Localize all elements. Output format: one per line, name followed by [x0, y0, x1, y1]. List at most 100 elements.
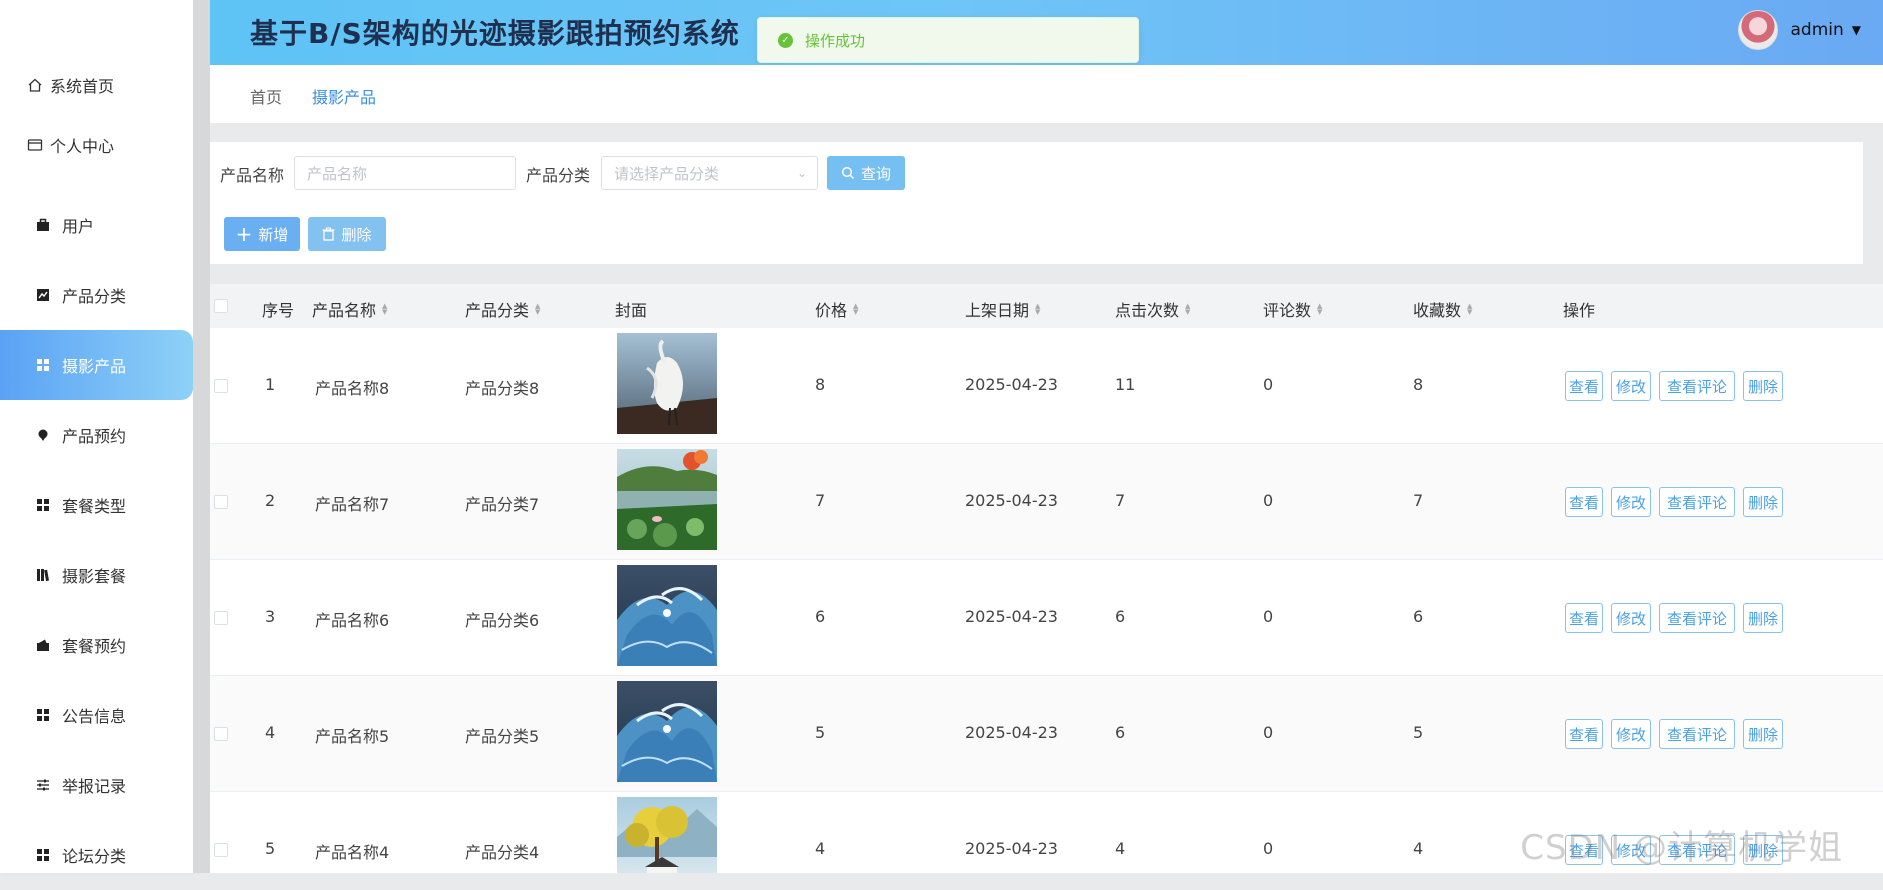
- cover-image[interactable]: [617, 797, 717, 873]
- cover-image[interactable]: [617, 449, 717, 550]
- cell-index: 3: [265, 607, 276, 626]
- view-comments-button[interactable]: 查看评论: [1659, 487, 1735, 517]
- cell-comments: 0: [1263, 839, 1274, 858]
- breadcrumb-home[interactable]: 首页: [250, 84, 282, 108]
- sidebar-item-users[interactable]: 用户: [0, 190, 193, 260]
- sidebar-item-label: 套餐预约: [62, 637, 127, 656]
- sidebar-item-reports[interactable]: 举报记录: [0, 750, 193, 820]
- cell-price: 7: [815, 491, 826, 510]
- watermark: CSDN @计算机学姐: [1520, 828, 1843, 868]
- column-cover: 封面: [615, 301, 648, 320]
- cell-category: 产品分类8: [465, 379, 540, 398]
- cell-clicks: 6: [1115, 723, 1126, 742]
- user-name[interactable]: admin: [1790, 20, 1843, 40]
- cover-image[interactable]: [617, 565, 717, 666]
- cell-comments: 0: [1263, 491, 1274, 510]
- sidebar-item-announcements[interactable]: 公告信息: [0, 680, 193, 750]
- table-row: 1 产品名称8 产品分类8 8 2025-04-23 11 0 8 查看 修改 查看评论 删除: [210, 328, 1883, 444]
- batch-delete-button[interactable]: 删除: [308, 217, 386, 251]
- edit-button[interactable]: 修改: [1611, 487, 1651, 517]
- app-title: 基于B/S架构的光迹摄影跟拍预约系统: [250, 17, 740, 50]
- sidebar-item-product-category[interactable]: 产品分类: [0, 260, 193, 330]
- cell-clicks: 11: [1115, 375, 1136, 394]
- sidebar: 系统首页 个人中心 用户 产品分类 摄影产品 产品预约 套餐类型 摄影套餐 套餐…: [0, 0, 193, 873]
- table-row: 3 产品名称6 产品分类6 6 2025-04-23 6 0 6 查看 修改 查看评论 删除: [210, 560, 1883, 676]
- delete-button[interactable]: 删除: [1743, 371, 1783, 401]
- cell-comments: 0: [1263, 723, 1274, 742]
- sidebar-item-product-booking[interactable]: 产品预约: [0, 400, 193, 470]
- sidebar-item-package-booking[interactable]: 套餐预约: [0, 610, 193, 680]
- sidebar-scroll-gutter: [193, 0, 210, 873]
- name-search-input[interactable]: 产品名称: [294, 156, 516, 190]
- edit-button[interactable]: 修改: [1611, 371, 1651, 401]
- column-category[interactable]: 产品分类 ▲ ▼: [465, 297, 540, 321]
- breadcrumb: 首页 摄影产品: [250, 84, 376, 108]
- view-button[interactable]: 查看: [1565, 487, 1603, 517]
- cell-category: 产品分类5: [465, 727, 540, 746]
- id-card-icon: [26, 136, 44, 154]
- cover-image[interactable]: [617, 681, 717, 782]
- avatar[interactable]: [1738, 10, 1779, 50]
- column-comments[interactable]: 评论数 ▲ ▼: [1263, 297, 1322, 321]
- sidebar-item-photo-packages[interactable]: 摄影套餐: [0, 540, 193, 610]
- sidebar-item-profile[interactable]: 个人中心: [0, 110, 193, 180]
- cell-price: 6: [815, 607, 826, 626]
- column-index: 序号: [262, 301, 295, 320]
- row-checkbox[interactable]: [214, 727, 228, 741]
- cell-index: 5: [265, 839, 276, 858]
- row-checkbox[interactable]: [214, 495, 228, 509]
- view-button[interactable]: 查看: [1565, 603, 1603, 633]
- sort-icon: ▲ ▼: [1185, 302, 1191, 316]
- cell-price: 8: [815, 375, 826, 394]
- wallet-icon: [34, 636, 52, 654]
- sort-icon: ▲ ▼: [1317, 302, 1323, 316]
- cell-price: 4: [815, 839, 826, 858]
- row-checkbox[interactable]: [214, 843, 228, 857]
- check-circle-icon: ✓: [778, 32, 793, 48]
- column-actions: 操作: [1563, 301, 1596, 320]
- view-comments-button[interactable]: 查看评论: [1659, 603, 1735, 633]
- column-favorites[interactable]: 收藏数 ▲ ▼: [1413, 297, 1472, 321]
- sort-icon: ▲ ▼: [535, 302, 541, 316]
- query-button[interactable]: 查询: [827, 156, 905, 190]
- cell-comments: 0: [1263, 607, 1274, 626]
- grid-icon: [34, 496, 52, 514]
- delete-button[interactable]: 删除: [1743, 603, 1783, 633]
- edit-button[interactable]: 修改: [1611, 603, 1651, 633]
- view-comments-button[interactable]: 查看评论: [1659, 371, 1735, 401]
- cell-name: 产品名称8: [315, 379, 390, 398]
- column-price[interactable]: 价格 ▲ ▼: [815, 297, 858, 321]
- cell-favorites: 6: [1413, 607, 1424, 626]
- category-select[interactable]: 请选择产品分类 ⌄: [601, 156, 818, 190]
- column-clicks[interactable]: 点击次数 ▲ ▼: [1115, 297, 1190, 321]
- delete-button[interactable]: 删除: [1743, 719, 1783, 749]
- sidebar-item-package-types[interactable]: 套餐类型: [0, 470, 193, 540]
- select-all-checkbox[interactable]: [214, 299, 228, 313]
- column-name[interactable]: 产品名称 ▲ ▼: [312, 297, 387, 321]
- delete-button[interactable]: 删除: [1743, 487, 1783, 517]
- caret-down-icon[interactable]: ▼: [1852, 23, 1861, 37]
- add-button[interactable]: + 新增: [224, 217, 300, 251]
- cell-clicks: 7: [1115, 491, 1126, 510]
- view-button[interactable]: 查看: [1565, 371, 1603, 401]
- view-button[interactable]: 查看: [1565, 719, 1603, 749]
- sort-icon: ▲ ▼: [853, 302, 859, 316]
- cover-image[interactable]: [617, 333, 717, 434]
- column-date[interactable]: 上架日期 ▲ ▼: [965, 297, 1040, 321]
- sidebar-item-photo-products[interactable]: 摄影产品: [0, 330, 193, 400]
- cell-favorites: 5: [1413, 723, 1424, 742]
- cell-date: 2025-04-23: [965, 839, 1058, 858]
- breadcrumb-bar: 首页 摄影产品: [210, 65, 1883, 123]
- sidebar-item-label: 个人中心: [50, 137, 115, 156]
- name-filter-label: 产品名称: [220, 166, 285, 185]
- cell-date: 2025-04-23: [965, 607, 1058, 626]
- sidebar-item-forum-category[interactable]: 论坛分类: [0, 820, 193, 890]
- grid-icon: [34, 846, 52, 864]
- sidebar-item-label: 产品预约: [62, 427, 127, 446]
- grid-icon: [34, 356, 52, 374]
- user-menu[interactable]: admin ▼: [1738, 10, 1861, 50]
- edit-button[interactable]: 修改: [1611, 719, 1651, 749]
- view-comments-button[interactable]: 查看评论: [1659, 719, 1735, 749]
- row-checkbox[interactable]: [214, 379, 228, 393]
- row-checkbox[interactable]: [214, 611, 228, 625]
